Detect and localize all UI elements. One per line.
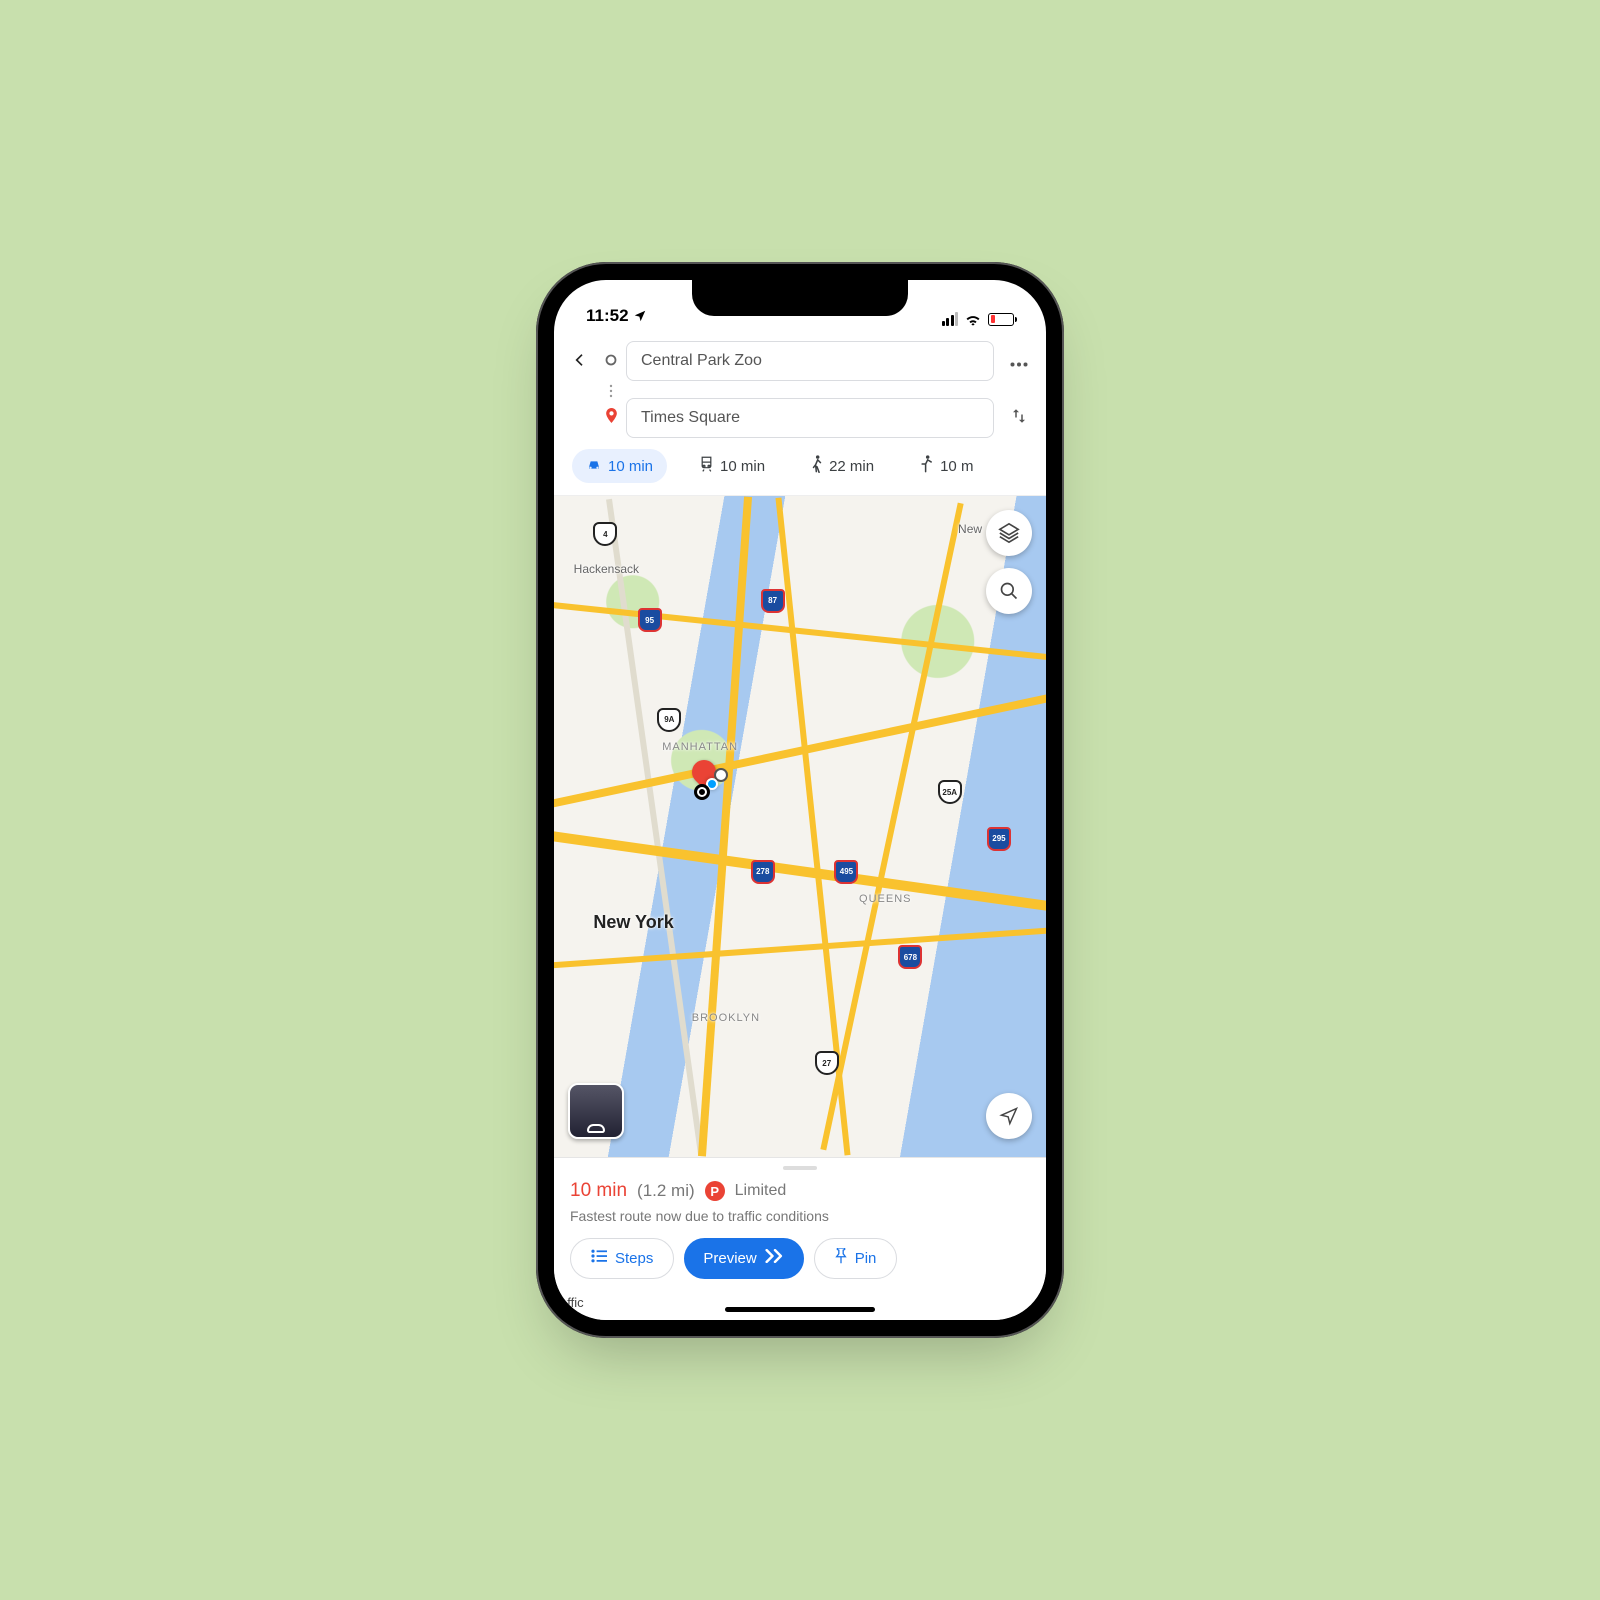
interstate-shield-278: 278: [751, 860, 775, 884]
destination-input[interactable]: Times Square: [626, 398, 994, 438]
pin-button[interactable]: Pin: [814, 1238, 898, 1279]
map-canvas[interactable]: 4 95 87 9A 25A 295 278 495 678 27 Hacken…: [554, 496, 1046, 1157]
parking-badge-icon: P: [705, 1181, 725, 1201]
interstate-shield-87: 87: [761, 589, 785, 613]
route-markers: [692, 760, 716, 784]
wifi-icon: [964, 313, 982, 326]
parking-status: Limited: [735, 1182, 787, 1200]
layers-icon: [998, 522, 1020, 544]
interstate-shield-295: 295: [987, 827, 1011, 851]
map-label-queens: QUEENS: [859, 893, 911, 905]
map-label-hackensack: Hackensack: [574, 562, 639, 576]
target-marker-icon: [694, 784, 710, 800]
mode-driving-label: 10 min: [608, 458, 653, 475]
interstate-shield-95: 95: [638, 608, 662, 632]
double-chevron-right-icon: [765, 1249, 785, 1268]
steps-label: Steps: [615, 1250, 653, 1267]
travel-mode-tabs: 10 min 10 min 22 min: [560, 441, 1040, 495]
my-location-button[interactable]: [986, 1093, 1032, 1139]
map-layers-button[interactable]: [986, 510, 1032, 556]
notch: [692, 280, 908, 316]
mode-driving[interactable]: 10 min: [572, 449, 667, 483]
mode-walking[interactable]: 22 min: [797, 449, 888, 483]
route-distance: (1.2 mi): [637, 1181, 695, 1201]
preview-label: Preview: [703, 1250, 756, 1267]
route-sheet[interactable]: 10 min (1.2 mi) P Limited Fastest route …: [554, 1157, 1046, 1320]
status-time: 11:52: [586, 306, 629, 326]
pin-label: Pin: [855, 1250, 877, 1267]
route-shield-25a: 25A: [938, 780, 962, 804]
swap-vert-icon: [1010, 406, 1028, 426]
mode-rideshare[interactable]: 10 m: [906, 449, 987, 483]
pushpin-icon: [835, 1248, 847, 1269]
map-label-manhattan: MANHATTAN: [662, 741, 738, 753]
route-shield-9a: 9A: [657, 708, 681, 732]
battery-icon: [988, 313, 1014, 326]
car-icon: [586, 457, 602, 475]
rideshare-icon: [920, 455, 934, 477]
interstate-shield-495: 495: [834, 860, 858, 884]
more-horiz-icon: [1010, 362, 1028, 367]
map-label-brooklyn: BROOKLYN: [692, 1012, 760, 1024]
preview-button[interactable]: Preview: [684, 1238, 803, 1279]
train-icon: [699, 456, 714, 476]
list-icon: [591, 1249, 607, 1268]
walk-icon: [811, 455, 823, 477]
route-duration: 10 min: [570, 1180, 627, 1202]
search-icon: [999, 581, 1019, 601]
route-actions: Steps Preview Pin: [570, 1238, 1030, 1279]
swap-button[interactable]: [998, 406, 1040, 431]
mode-rideshare-label: 10 m: [940, 458, 973, 475]
directions-header: Central Park Zoo Times Square: [554, 332, 1046, 496]
mode-walking-label: 22 min: [829, 458, 874, 475]
interstate-shield-678: 678: [898, 945, 922, 969]
screen: 11:52 Central Park Zoo: [554, 280, 1046, 1320]
back-button[interactable]: [560, 347, 600, 375]
sheet-grabber[interactable]: [783, 1166, 817, 1170]
route-summary: 10 min (1.2 mi) P Limited: [570, 1180, 1030, 1202]
origin-input[interactable]: Central Park Zoo: [626, 341, 994, 381]
phone-frame: 11:52 Central Park Zoo: [536, 262, 1064, 1338]
navigation-arrow-icon: [999, 1106, 1019, 1126]
home-indicator[interactable]: [725, 1307, 875, 1312]
more-button[interactable]: [998, 350, 1040, 373]
mode-transit[interactable]: 10 min: [685, 449, 779, 483]
map-search-button[interactable]: [986, 568, 1032, 614]
origin-dot-icon: [600, 353, 622, 370]
route-shield-27: 27: [815, 1051, 839, 1075]
signal-icon: [942, 312, 959, 326]
map-label-newyork: New York: [593, 912, 673, 933]
route-note: Fastest route now due to traffic conditi…: [570, 1208, 1030, 1224]
streetview-thumbnail[interactable]: [568, 1083, 624, 1139]
streetview-icon: [587, 1124, 605, 1133]
destination-pin-icon: [600, 408, 622, 428]
chevron-left-icon: [572, 352, 588, 368]
map-label-new-partial: New: [958, 522, 982, 536]
mode-transit-label: 10 min: [720, 458, 765, 475]
waypoints-dots-icon: [600, 384, 622, 403]
steps-button[interactable]: Steps: [570, 1238, 674, 1279]
location-arrow-icon: [633, 309, 647, 323]
